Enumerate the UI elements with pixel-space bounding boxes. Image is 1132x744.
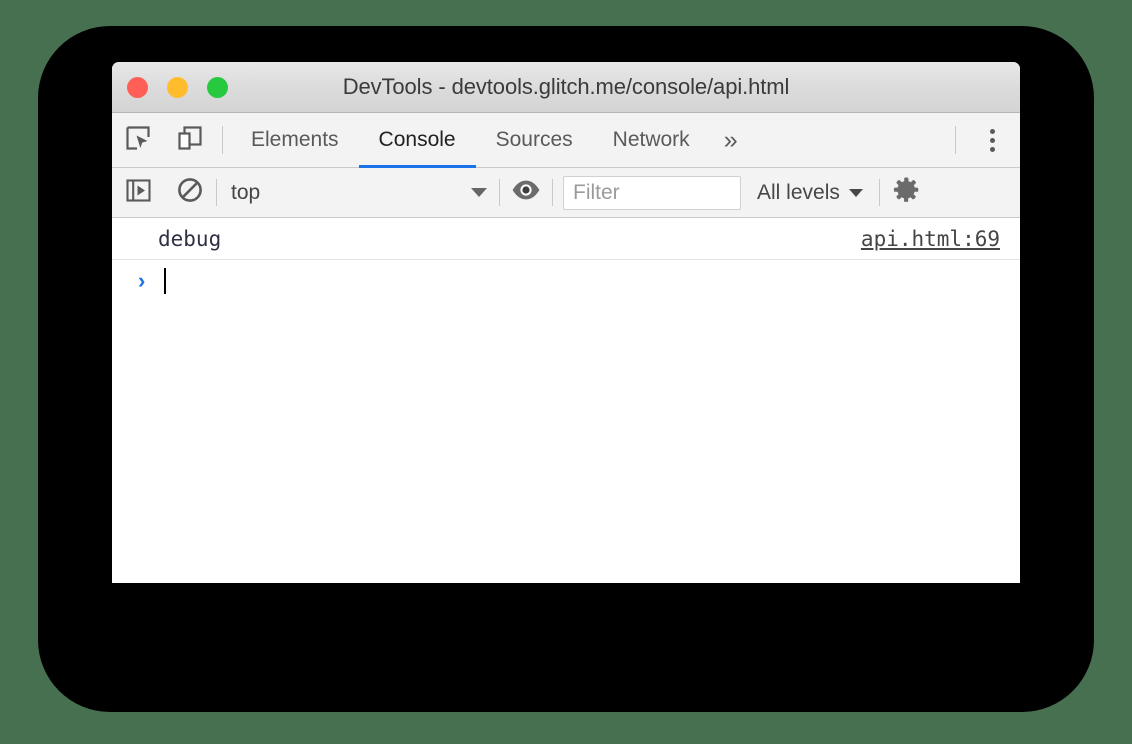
console-toolbar: top Filter All levels (112, 168, 1020, 218)
kebab-menu-icon-dot-3 (989, 146, 995, 152)
chevron-down-icon (848, 188, 863, 197)
devtools-tab-bar: Elements Console Sources Network » (112, 113, 1020, 168)
tabstrip-spacer (752, 113, 949, 167)
devtools-window: DevTools - devtools.glitch.me/console/ap… (112, 62, 1020, 583)
kebab-menu-icon-dot-2 (989, 137, 995, 143)
chevron-double-right-icon: » (723, 125, 738, 154)
inspect-element-button[interactable] (112, 113, 164, 167)
console-message-list[interactable]: debug api.html:69 › (112, 218, 1020, 583)
minimize-button[interactable] (167, 76, 188, 98)
chevron-down-icon (471, 188, 487, 197)
text-cursor (164, 268, 166, 294)
tab-elements-label: Elements (251, 128, 339, 151)
kebab-menu-icon-dot-1 (989, 128, 995, 134)
device-toolbar-button[interactable] (164, 113, 216, 167)
console-prompt[interactable]: › (112, 260, 1020, 302)
tab-network-label: Network (612, 128, 690, 151)
toolbar-divider (222, 126, 223, 154)
execution-context-value: top (231, 180, 261, 204)
console-message-row[interactable]: debug api.html:69 (112, 218, 1020, 260)
device-toolbar-icon (176, 124, 204, 157)
title-bar: DevTools - devtools.glitch.me/console/ap… (112, 62, 1020, 113)
console-settings-button[interactable] (880, 168, 932, 217)
eye-icon (511, 179, 541, 206)
log-level-value: All levels (757, 180, 840, 204)
console-filter-placeholder: Filter (573, 180, 620, 204)
close-button[interactable] (127, 76, 148, 98)
gear-icon (891, 175, 921, 210)
log-level-selector[interactable]: All levels (751, 181, 879, 205)
tab-sources[interactable]: Sources (476, 113, 593, 167)
console-sidebar-toggle-button[interactable] (112, 168, 164, 217)
more-tabs-button[interactable]: » (710, 113, 752, 167)
tab-network[interactable]: Network (593, 113, 710, 167)
sidebar-panel-icon (125, 177, 152, 209)
maximize-button[interactable] (207, 76, 228, 98)
console-message-text: debug (158, 226, 222, 251)
console-message-source-link[interactable]: api.html:69 (861, 227, 1000, 251)
traffic-light-group (127, 76, 228, 98)
tabstrip-right-divider (955, 126, 956, 154)
console-toolbar-divider-3 (552, 179, 553, 206)
prompt-chevron-icon: › (138, 268, 146, 293)
inspect-element-icon (124, 124, 152, 157)
clear-console-button[interactable] (164, 168, 216, 217)
tab-console-label: Console (378, 128, 456, 151)
console-filter-input[interactable]: Filter (563, 175, 741, 210)
execution-context-selector[interactable]: top (217, 168, 499, 217)
tab-elements[interactable]: Elements (231, 113, 359, 167)
devtools-main-menu-button[interactable] (964, 113, 1020, 167)
live-expression-button[interactable] (500, 168, 552, 217)
window-title: DevTools - devtools.glitch.me/console/ap… (342, 74, 790, 99)
tab-sources-label: Sources (495, 128, 573, 151)
clear-console-icon (176, 176, 204, 209)
tab-console[interactable]: Console (358, 113, 476, 168)
